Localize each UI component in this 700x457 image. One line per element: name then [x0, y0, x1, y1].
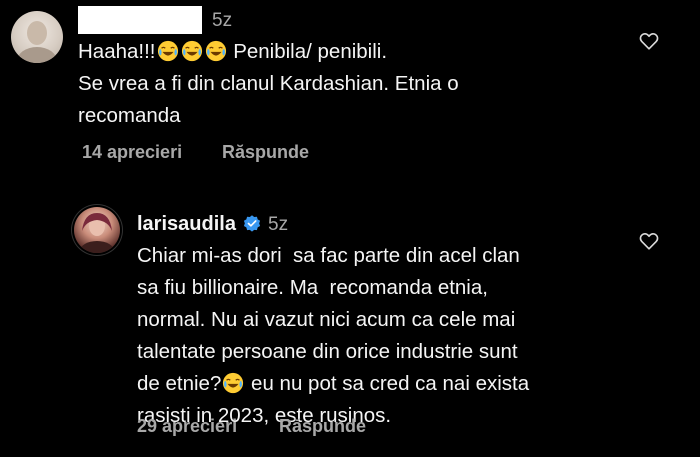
heart-icon[interactable]: [638, 230, 660, 252]
comment-line: Haaha!!!: [78, 40, 156, 63]
verified-badge-icon: [242, 214, 262, 234]
username[interactable]: larisaudila: [137, 213, 236, 236]
redacted-username: [78, 6, 202, 34]
comment-line: sa fiu billionaire. Ma recomanda etnia,: [137, 276, 488, 299]
likes-count[interactable]: 29 aprecieri: [137, 416, 237, 437]
comment-time: 5z: [268, 214, 289, 235]
comment-line: eu nu pot sa cred ca nai exista: [245, 372, 530, 395]
comment-time: 5z: [212, 10, 233, 31]
comment-text: Chiar mi-as dori sa fac parte din acel c…: [137, 240, 617, 432]
face-with-tears-of-joy-icon: [205, 40, 227, 62]
avatar-image: [80, 213, 114, 253]
heart-icon[interactable]: [638, 30, 660, 52]
avatar[interactable]: [74, 207, 120, 253]
face-with-tears-of-joy-icon: [181, 40, 203, 62]
comment-line: recomanda: [78, 104, 181, 127]
likes-count[interactable]: 14 aprecieri: [82, 142, 182, 163]
avatar[interactable]: [11, 11, 63, 63]
comment-line: normal. Nu ai vazut nici acum ca cele ma…: [137, 308, 516, 331]
face-with-tears-of-joy-icon: [157, 40, 179, 62]
comment-line: Chiar mi-as dori sa fac parte din acel c…: [137, 244, 520, 267]
reply-button[interactable]: Răspunde: [222, 142, 309, 163]
comment-line: talentate persoane din orice industrie s…: [137, 340, 518, 363]
comment-line: Penibila/ penibili.: [227, 40, 388, 63]
comment: larisaudila 5z Chiar mi-as dori sa fac p…: [0, 200, 700, 457]
comment-text: Haaha!!! Penibila/ penibili. Se vrea a f…: [78, 36, 598, 132]
comment-line: de etnie?: [137, 372, 222, 395]
reply-button[interactable]: Răspunde: [279, 416, 366, 437]
comment: 5z Haaha!!! Penibila/ penibili. Se vrea …: [0, 0, 700, 180]
comment-line: Se vrea a fi din clanul Kardashian. Etni…: [78, 72, 459, 95]
avatar-image: [17, 21, 57, 63]
face-with-tears-of-joy-icon: [222, 372, 244, 394]
